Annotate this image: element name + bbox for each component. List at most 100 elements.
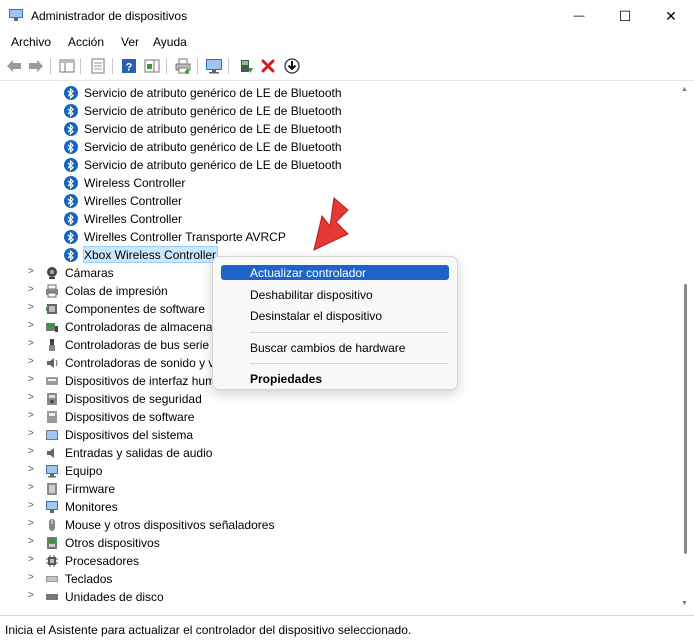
menu-ver[interactable]: Ver — [121, 35, 139, 49]
tree-category[interactable]: > Dispositivos del sistema — [4, 426, 677, 444]
tree-category-label: Monitores — [65, 500, 118, 514]
tree-category-label: Componentes de software — [65, 302, 206, 316]
tree-category[interactable]: > Unidades de disco — [4, 588, 677, 606]
tree-item[interactable]: Servicio de atributo genérico de LE de B… — [4, 120, 677, 138]
toolbar-separator — [197, 58, 198, 74]
tree-category-label: Equipo — [65, 464, 103, 478]
enable-device-button[interactable] — [283, 57, 301, 75]
chevron-right-icon[interactable]: > — [28, 302, 34, 313]
chevron-right-icon[interactable]: > — [28, 482, 34, 493]
tree-item[interactable]: Servicio de atributo genérico de LE de B… — [4, 138, 677, 156]
chevron-right-icon[interactable]: > — [28, 554, 34, 565]
tree-category[interactable]: > Entradas y salidas de audio — [4, 444, 677, 462]
chevron-right-icon[interactable]: > — [28, 572, 34, 583]
tree-category[interactable]: > Mouse y otros dispositivos señaladores — [4, 516, 677, 534]
speaker-icon — [44, 355, 60, 371]
chevron-right-icon[interactable]: > — [28, 428, 34, 439]
uninstall-device-button[interactable] — [259, 57, 277, 75]
minimize-button[interactable]: — — [556, 0, 602, 32]
tree-category[interactable]: > Teclados — [4, 570, 677, 588]
chevron-right-icon[interactable]: > — [28, 284, 34, 295]
bluetooth-icon — [64, 212, 78, 226]
print-button[interactable] — [174, 57, 192, 75]
tree-category-label: Dispositivos de software — [65, 410, 195, 424]
chevron-right-icon[interactable]: > — [28, 266, 34, 277]
bluetooth-icon — [64, 158, 78, 172]
properties-icon — [91, 58, 105, 74]
tree-category[interactable]: > Equipo — [4, 462, 677, 480]
back-button[interactable] — [5, 57, 23, 75]
menu-uninstall-device[interactable]: Desinstalar el dispositivo — [221, 308, 449, 323]
tree-category[interactable]: > Otros dispositivos — [4, 534, 677, 552]
bluetooth-icon — [64, 230, 78, 244]
storage-controller-icon — [44, 319, 60, 335]
vertical-scrollbar[interactable]: ▲ ▼ — [680, 84, 690, 612]
help-icon: ? — [122, 59, 136, 74]
minimize-icon: — — [573, 10, 585, 22]
chevron-right-icon[interactable]: > — [28, 320, 34, 331]
menu-separator — [250, 363, 449, 364]
tree-item[interactable]: Wireless Controller — [4, 174, 677, 192]
scroll-up-icon[interactable]: ▲ — [681, 86, 688, 93]
maximize-button[interactable]: ☐ — [602, 0, 648, 32]
maximize-icon: ☐ — [618, 7, 632, 24]
chevron-right-icon[interactable]: > — [28, 374, 34, 385]
bluetooth-icon — [64, 104, 78, 118]
scan-hardware-button[interactable] — [205, 57, 223, 75]
tree-category-label: Dispositivos del sistema — [65, 428, 194, 442]
menu-scan-hardware[interactable]: Buscar cambios de hardware — [221, 340, 449, 355]
close-button[interactable]: ✕ — [648, 0, 694, 32]
tree-category[interactable]: > Firmware — [4, 480, 677, 498]
printer-icon — [44, 283, 60, 299]
chevron-right-icon[interactable]: > — [28, 338, 34, 349]
tree-item[interactable]: Servicio de atributo genérico de LE de B… — [4, 84, 677, 102]
menu-accion[interactable]: Acción — [68, 35, 104, 49]
chevron-right-icon[interactable]: > — [28, 410, 34, 421]
help-button[interactable]: ? — [120, 57, 138, 75]
chevron-right-icon[interactable]: > — [28, 464, 34, 475]
status-text: Inicia el Asistente para actualizar el c… — [5, 623, 412, 637]
show-hide-console-tree-button[interactable] — [58, 57, 76, 75]
menu-properties[interactable]: Propiedades — [221, 371, 449, 386]
download-circle-icon — [284, 58, 300, 74]
chevron-right-icon[interactable]: > — [28, 590, 34, 601]
usb-icon — [44, 337, 60, 353]
tree-category[interactable]: > Dispositivos de software — [4, 408, 677, 426]
menu-item-label: Actualizar controlador — [250, 266, 367, 280]
menu-ayuda[interactable]: Ayuda — [153, 35, 187, 49]
tree-category[interactable]: > Dispositivos de seguridad — [4, 390, 677, 408]
tree-item[interactable]: Servicio de atributo genérico de LE de B… — [4, 102, 677, 120]
chevron-right-icon[interactable]: > — [28, 536, 34, 547]
tree-item-label: Wirelles Controller Transporte AVRCP — [84, 230, 286, 244]
tree-category[interactable]: > Monitores — [4, 498, 677, 516]
window-title: Administrador de dispositivos — [31, 9, 188, 23]
tree-item[interactable]: Servicio de atributo genérico de LE de B… — [4, 156, 677, 174]
update-driver-button[interactable] — [237, 57, 255, 75]
action-pane-button[interactable] — [143, 57, 161, 75]
chevron-right-icon[interactable]: > — [28, 518, 34, 529]
system-device-icon — [44, 427, 60, 443]
scrollbar-thumb[interactable] — [684, 284, 687, 554]
bluetooth-icon — [64, 86, 78, 100]
toolbar: ? — [0, 54, 694, 81]
tree-category-label: Colas de impresión — [65, 284, 168, 298]
menu-disable-device[interactable]: Deshabilitar dispositivo — [221, 287, 449, 302]
tree-category-label: Cámaras — [65, 266, 114, 280]
tree-category-label: Firmware — [65, 482, 115, 496]
software-device-icon — [44, 409, 60, 425]
menu-update-driver[interactable]: Actualizar controlador — [221, 265, 449, 280]
properties-button[interactable] — [89, 57, 107, 75]
toolbar-separator — [166, 58, 167, 74]
tree-item-label: Servicio de atributo genérico de LE de B… — [84, 86, 342, 100]
scroll-down-icon[interactable]: ▼ — [681, 600, 688, 607]
bluetooth-icon — [64, 194, 78, 208]
chevron-right-icon[interactable]: > — [28, 356, 34, 367]
menu-archivo[interactable]: Archivo — [11, 35, 51, 49]
chevron-right-icon[interactable]: > — [28, 500, 34, 511]
forward-button[interactable] — [27, 57, 45, 75]
tree-category[interactable]: > Procesadores — [4, 552, 677, 570]
chevron-right-icon[interactable]: > — [28, 392, 34, 403]
security-device-icon — [44, 391, 60, 407]
chevron-right-icon[interactable]: > — [28, 446, 34, 457]
tree-item-label: Servicio de atributo genérico de LE de B… — [84, 122, 342, 136]
